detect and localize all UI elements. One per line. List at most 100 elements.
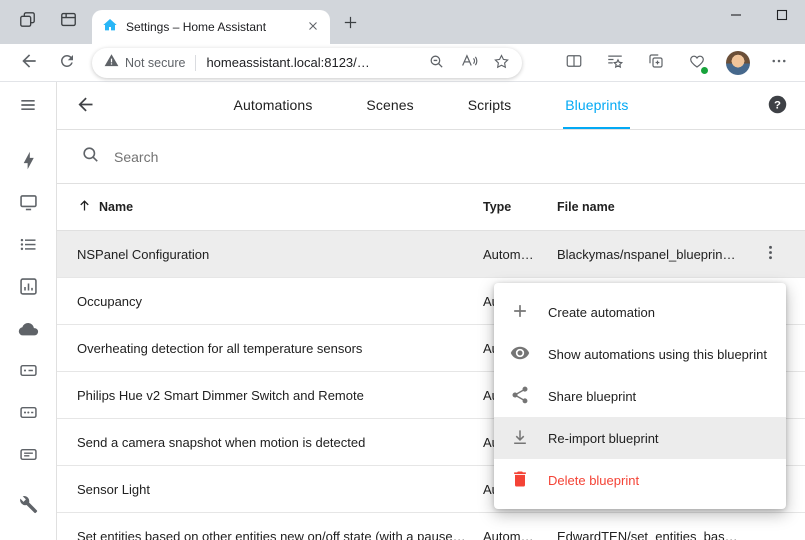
new-tab-icon xyxy=(342,14,359,34)
url-text[interactable]: homeassistant.local:8123/… xyxy=(206,55,422,70)
row-overflow-button[interactable] xyxy=(747,243,793,265)
menu-item-show-automations[interactable]: Show automations using this blueprint xyxy=(494,333,786,375)
refresh-button[interactable] xyxy=(50,47,84,79)
browser-window: Settings – Home Assistant Not secure hom… xyxy=(0,0,805,540)
menu-item-delete-blueprint[interactable]: Delete blueprint xyxy=(494,459,786,501)
window-controls xyxy=(713,0,805,32)
profile-button[interactable] xyxy=(722,47,754,79)
server-icon xyxy=(18,360,39,384)
help-button[interactable]: ? xyxy=(767,94,788,118)
profile-avatar xyxy=(726,51,750,75)
trash-icon xyxy=(510,469,530,492)
share-icon xyxy=(510,385,530,408)
help-icon: ? xyxy=(767,94,788,118)
tab-scripts[interactable]: Scripts xyxy=(466,82,514,129)
search-bar xyxy=(57,130,805,184)
close-tab-button[interactable] xyxy=(306,19,320,36)
history-icon xyxy=(18,276,39,300)
dots-vertical-icon xyxy=(761,243,780,265)
blueprints-page: Automations Scenes Scripts Blueprints ? … xyxy=(57,82,805,540)
menu-item-reimport-blueprint[interactable]: Re-import blueprint xyxy=(494,417,786,459)
browser-tab[interactable]: Settings – Home Assistant xyxy=(92,10,330,44)
favorites-button[interactable] xyxy=(599,47,631,79)
sidebar-item-energy[interactable] xyxy=(8,142,48,182)
table-header: Name Type File name xyxy=(57,184,805,231)
browser-toolbar: Not secure homeassistant.local:8123/… xyxy=(0,44,805,82)
maximize-icon xyxy=(776,9,788,24)
warning-icon xyxy=(104,53,119,73)
logbook-icon xyxy=(18,234,39,258)
ha-sidebar xyxy=(0,82,57,540)
omnibox-divider xyxy=(195,55,196,71)
table-row-set-entities[interactable]: Set entities based on other entities new… xyxy=(57,513,805,540)
tab-actions-button[interactable] xyxy=(59,10,78,32)
sidebar-item-history[interactable] xyxy=(8,268,48,308)
back-icon xyxy=(19,51,39,74)
workspaces-icon xyxy=(18,10,37,32)
maximize-button[interactable] xyxy=(759,0,805,32)
page-tabs: Automations Scenes Scripts Blueprints xyxy=(113,82,749,129)
column-type[interactable]: Type xyxy=(483,200,557,214)
search-input[interactable] xyxy=(114,149,781,165)
more-menu-icon xyxy=(770,52,788,73)
sort-up-icon xyxy=(77,198,92,216)
search-icon xyxy=(81,145,100,169)
sidebar-item-media[interactable] xyxy=(8,184,48,224)
collections-icon xyxy=(647,52,665,73)
settings-more-button[interactable] xyxy=(763,47,795,79)
address-bar[interactable]: Not secure homeassistant.local:8123/… xyxy=(92,48,522,78)
sidebar-item-cloud[interactable] xyxy=(8,310,48,350)
energy-icon xyxy=(18,150,39,174)
table-row-nspanel[interactable]: NSPanel Configuration Autom… Blackymas/n… xyxy=(57,231,805,278)
menu-item-share-blueprint[interactable]: Share blueprint xyxy=(494,375,786,417)
close-tab-icon xyxy=(306,19,320,36)
sidebar-item-server-1[interactable] xyxy=(8,352,48,392)
browser-essentials-button[interactable] xyxy=(681,47,713,79)
menu-item-create-automation[interactable]: Create automation xyxy=(494,291,786,333)
column-name[interactable]: Name xyxy=(99,200,133,214)
tab-automations[interactable]: Automations xyxy=(232,82,315,129)
minimize-button[interactable] xyxy=(713,0,759,32)
read-aloud-button[interactable] xyxy=(460,52,478,73)
media-icon xyxy=(18,192,39,216)
sidebar-item-developer-tools[interactable] xyxy=(8,486,48,526)
new-tab-button[interactable] xyxy=(342,14,359,34)
split-screen-icon xyxy=(565,52,583,73)
favorites-icon xyxy=(606,52,624,73)
zoom-button[interactable] xyxy=(428,53,445,73)
browser-back-button[interactable] xyxy=(12,47,46,79)
tab-blueprints[interactable]: Blueprints xyxy=(563,82,630,129)
server-icon xyxy=(18,444,39,468)
home-assistant-app: Automations Scenes Scripts Blueprints ? … xyxy=(0,82,805,540)
tools-icon xyxy=(18,495,38,518)
column-file-name[interactable]: File name xyxy=(557,200,747,214)
refresh-icon xyxy=(58,52,76,73)
eye-icon xyxy=(510,343,530,366)
hamburger-menu-icon xyxy=(18,95,38,118)
read-aloud-icon xyxy=(460,52,478,73)
page-header: Automations Scenes Scripts Blueprints ? xyxy=(57,82,805,130)
plus-icon xyxy=(510,301,530,324)
back-icon xyxy=(75,94,96,118)
star-icon xyxy=(493,53,510,73)
split-screen-button[interactable] xyxy=(558,47,590,79)
sidebar-item-logbook[interactable] xyxy=(8,226,48,266)
zoom-out-icon xyxy=(428,53,445,73)
sidebar-menu-button[interactable] xyxy=(8,86,48,126)
status-dot xyxy=(700,66,709,75)
tab-actions-icon xyxy=(59,10,78,32)
favorite-this-page-button[interactable] xyxy=(493,53,510,73)
cloud-icon xyxy=(17,318,39,343)
browser-titlebar: Settings – Home Assistant xyxy=(0,0,805,44)
download-icon xyxy=(510,427,530,450)
sidebar-item-server-2[interactable] xyxy=(8,394,48,434)
sidebar-item-server-3[interactable] xyxy=(8,436,48,476)
collections-button[interactable] xyxy=(640,47,672,79)
workspaces-button[interactable] xyxy=(18,10,37,32)
server-icon xyxy=(18,402,39,426)
tab-title: Settings – Home Assistant xyxy=(126,20,298,34)
sort-name-button[interactable] xyxy=(77,198,92,216)
page-back-button[interactable] xyxy=(75,94,96,118)
tab-scenes[interactable]: Scenes xyxy=(364,82,415,129)
security-label[interactable]: Not secure xyxy=(125,56,185,70)
